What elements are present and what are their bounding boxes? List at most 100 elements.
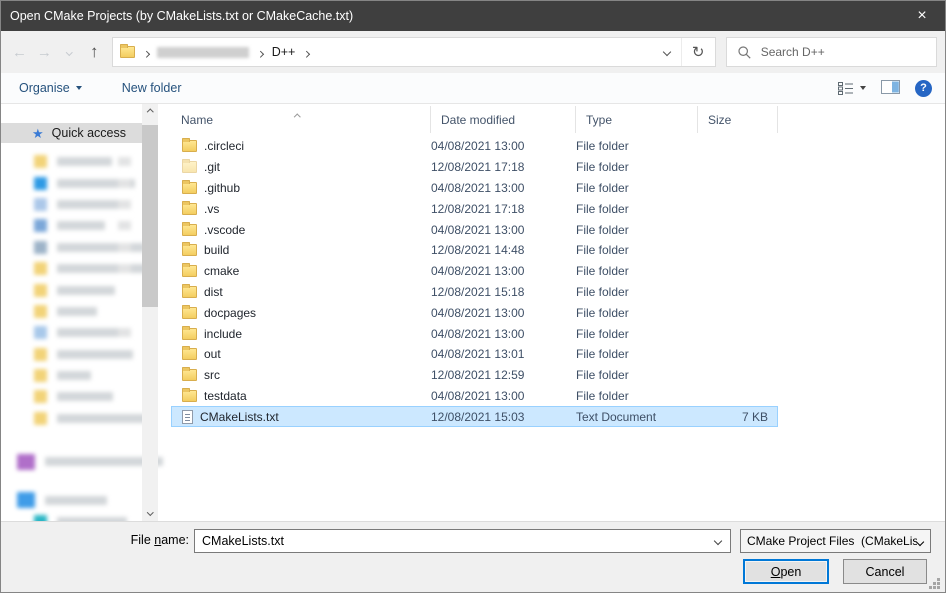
search-icon (738, 45, 751, 59)
folder-icon (182, 138, 197, 153)
back-icon[interactable]: ← (7, 39, 32, 65)
new-folder-button[interactable]: New folder (122, 81, 182, 95)
blurred-item-extra (118, 157, 131, 167)
file-row[interactable]: CMakeLists.txt 12/08/2021 15:03 Text Doc… (171, 406, 778, 428)
blurred-item-icon (17, 453, 35, 470)
file-type-value: CMake Project Files (CMakeLis (747, 534, 917, 548)
refresh-icon[interactable]: ↻ (682, 38, 715, 66)
type-cell: File folder (576, 222, 629, 237)
date-header-label: Date modified (441, 112, 516, 127)
file-row[interactable]: testdata 04/08/2021 13:00 File folder (171, 386, 778, 407)
file-row[interactable]: out 04/08/2021 13:01 File folder (171, 344, 778, 365)
preview-pane-button[interactable] (881, 79, 900, 97)
blurred-item-extra (118, 178, 131, 188)
file-row[interactable]: .github 04/08/2021 13:00 File folder (171, 178, 778, 199)
blurred-item-label (57, 328, 123, 338)
date-modified-cell: 04/08/2021 13:00 (431, 222, 525, 237)
blurred-item-icon (34, 390, 47, 404)
file-rows: .circleci 04/08/2021 13:00 File folder .… (171, 136, 778, 428)
file-name-cell: src (171, 367, 431, 382)
file-row[interactable]: docpages 04/08/2021 13:00 File folder (171, 302, 778, 323)
file-name-cell: include (171, 325, 431, 341)
change-view-button[interactable] (838, 81, 866, 95)
folder-icon (182, 387, 197, 402)
up-icon[interactable]: ↑ (82, 39, 107, 65)
help-question-icon: ? (920, 82, 927, 94)
file-row[interactable]: .vscode 04/08/2021 13:00 File folder (171, 219, 778, 240)
date-modified-cell: 12/08/2021 12:59 (431, 368, 525, 383)
open-button[interactable]: Open (743, 559, 829, 584)
forward-icon[interactable]: → (32, 39, 57, 65)
file-row[interactable]: dist 12/08/2021 15:18 File folder (171, 282, 778, 303)
preview-pane-icon (881, 79, 900, 94)
chevron-right-icon (303, 45, 310, 59)
file-name-cell: out (171, 346, 431, 361)
blurred-item-label (57, 349, 133, 359)
type-cell: File folder (576, 139, 629, 154)
file-row[interactable]: .vs 12/08/2021 17:18 File folder (171, 198, 778, 219)
resize-grip[interactable] (929, 578, 941, 590)
breadcrumb: D++ (113, 44, 653, 59)
file-row[interactable]: .circleci 04/08/2021 13:00 File folder (171, 136, 778, 157)
breadcrumb-current[interactable]: D++ (272, 45, 296, 59)
column-header-type[interactable]: Type (576, 106, 698, 133)
blurred-item-label (57, 371, 91, 381)
file-row[interactable]: cmake 04/08/2021 13:00 File folder (171, 261, 778, 282)
breadcrumb-blurred-segment[interactable] (157, 46, 250, 58)
file-name-cell: CMakeLists.txt (171, 409, 431, 424)
organise-label: Organise (19, 81, 70, 95)
column-header-date-modified[interactable]: Date modified (431, 106, 576, 133)
close-icon[interactable]: × (899, 1, 945, 31)
quick-access-label: Quick access (51, 126, 126, 140)
file-name-cell: dist (171, 283, 431, 299)
folder-icon (182, 179, 197, 194)
help-button[interactable]: ? (915, 79, 932, 97)
file-name-input[interactable]: CMakeLists.txt (194, 529, 731, 553)
search-placeholder: Search D++ (760, 45, 825, 59)
search-input[interactable]: Search D++ (725, 37, 938, 67)
chevron-down-icon[interactable] (706, 536, 730, 546)
date-modified-cell: 12/08/2021 15:18 (431, 284, 525, 299)
scroll-up-icon[interactable] (142, 104, 158, 121)
address-bar[interactable]: D++ ↻ (111, 37, 716, 67)
type-cell: File folder (576, 243, 629, 258)
file-name-cell: testdata (171, 387, 431, 403)
file-row[interactable]: include 04/08/2021 13:00 File folder (171, 323, 778, 344)
sidebar-scrollbar[interactable] (142, 104, 158, 521)
type-cell: File folder (576, 347, 629, 362)
blurred-item-icon (34, 176, 47, 190)
blurred-item-label (57, 392, 113, 402)
file-list-pane: Name Date modified Type Size .circleci 0… (171, 104, 945, 521)
file-row[interactable]: src 12/08/2021 12:59 File folder (171, 365, 778, 386)
dialog-footer: File name: CMakeLists.txt CMake Project … (1, 521, 945, 592)
file-row[interactable]: .git 12/08/2021 17:18 File folder (171, 157, 778, 178)
address-dropdown-icon[interactable] (653, 38, 681, 66)
scroll-down-icon[interactable] (142, 504, 158, 521)
column-header-size[interactable]: Size (698, 106, 778, 133)
recent-locations-icon[interactable] (57, 39, 82, 65)
column-headers: Name Date modified Type Size (171, 106, 945, 133)
organise-button[interactable]: Organise (19, 81, 82, 95)
blurred-item-label (57, 306, 97, 316)
folder-icon (182, 346, 197, 361)
cancel-button[interactable]: Cancel (843, 559, 927, 584)
scrollbar-thumb[interactable] (142, 125, 158, 307)
file-type-select[interactable]: CMake Project Files (CMakeLis (740, 529, 931, 553)
type-cell: File folder (576, 201, 629, 216)
blurred-item-extra (118, 264, 131, 274)
column-header-name[interactable]: Name (171, 106, 431, 133)
type-cell: File folder (576, 388, 629, 403)
blurred-item-icon (34, 219, 47, 233)
file-row[interactable]: build 12/08/2021 14:48 File folder (171, 240, 778, 261)
file-name-value: CMakeLists.txt (202, 534, 284, 548)
sidebar-item-quick-access[interactable]: ★ Quick access (1, 123, 142, 143)
file-name-label: File name: (130, 533, 189, 547)
blurred-item-icon (34, 283, 47, 297)
date-modified-cell: 12/08/2021 15:03 (431, 409, 525, 424)
blurred-item-icon (34, 155, 47, 169)
toolbar-right-group: ? (838, 79, 932, 97)
type-cell: File folder (576, 160, 629, 175)
date-modified-cell: 04/08/2021 13:01 (431, 347, 525, 362)
date-modified-cell: 12/08/2021 17:18 (431, 201, 525, 216)
date-modified-cell: 04/08/2021 13:00 (431, 326, 525, 341)
